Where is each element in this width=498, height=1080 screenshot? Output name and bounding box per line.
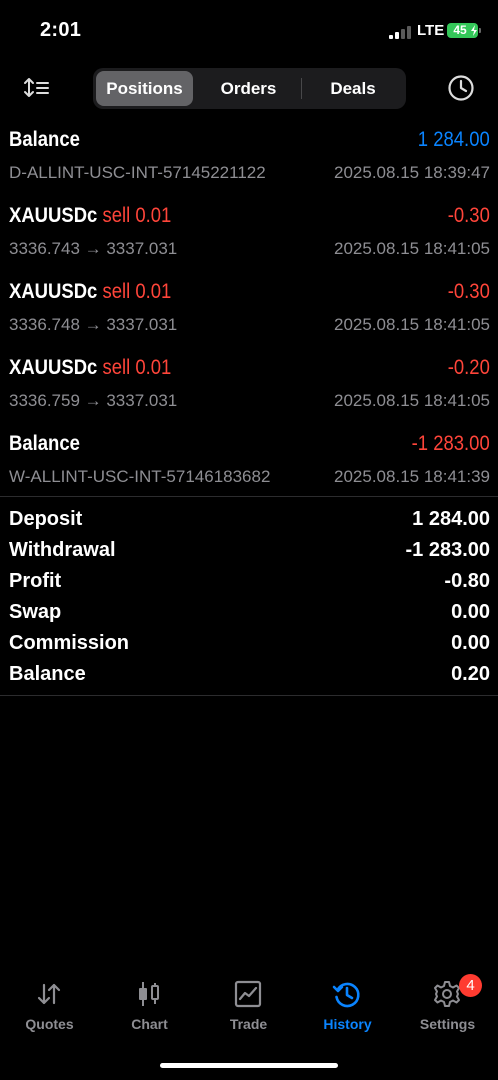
summary-value: 0.20 [451,663,490,685]
summary-label: Commission [9,632,130,654]
deal-symbol-line: XAUUSDc sell 0.01 [9,204,171,228]
quotes-icon [34,979,64,1009]
summary-row: Deposit 1 284.00 [0,508,498,539]
battery-icon: 45 [447,23,481,38]
deal-prices: 3336.748 → 3337.031 [9,315,178,334]
summary-value: -0.80 [444,570,490,592]
deal-profit: -0.30 [447,204,490,227]
summary-value: -1 283.00 [405,539,490,561]
tab-history[interactable]: History [298,970,397,1040]
tab-quotes[interactable]: Quotes [0,970,99,1040]
battery-level: 45 [453,23,467,37]
cellular-signal-icon [389,26,411,39]
list-item[interactable]: XAUUSDc sell 0.01 -0.30 3336.743 → 3337.… [0,204,498,280]
chart-candles-icon [134,979,164,1009]
tab-positions[interactable]: Positions [96,71,193,106]
summary-value: 0.00 [451,601,490,623]
summary-label: Deposit [9,508,83,530]
tab-deals[interactable]: Deals [303,71,403,106]
deal-amount: -1 283.00 [411,432,490,455]
list-item[interactable]: XAUUSDc sell 0.01 -0.20 3336.759 → 3337.… [0,356,498,432]
summary-row: Swap 0.00 [0,601,498,632]
summary-label: Swap [9,601,62,623]
deal-time: 2025.08.15 18:41:05 [334,239,490,258]
tab-orders[interactable]: Orders [197,71,300,106]
summary-row: Profit -0.80 [0,570,498,601]
divider [0,496,498,497]
summary-label: Profit [9,570,62,592]
deal-profit: -0.30 [447,280,490,303]
segment-divider [301,78,302,99]
history-segmented-control: Positions Orders Deals [93,68,406,109]
deal-symbol-line: XAUUSDc sell 0.01 [9,280,171,304]
home-indicator[interactable] [160,1063,338,1068]
deal-prices: 3336.743 → 3337.031 [9,239,178,258]
summary-row: Withdrawal -1 283.00 [0,539,498,570]
gear-icon [432,979,462,1009]
deal-type: Balance [9,128,80,151]
sort-icon[interactable] [22,74,52,104]
deal-side: sell 0.01 [102,280,172,303]
status-time: 2:01 [40,19,82,41]
deal-type: Balance [9,432,80,455]
deal-comment: W-ALLINT-USC-INT-57146183682 [9,467,271,486]
list-item[interactable]: XAUUSDc sell 0.01 -0.30 3336.748 → 3337.… [0,280,498,356]
status-bar: 2:01 LTE 45 [0,0,498,60]
deal-symbol: XAUUSDc [9,204,98,227]
divider [0,695,498,696]
summary-value: 0.00 [451,632,490,654]
deal-symbol: XAUUSDc [9,280,98,303]
tab-settings[interactable]: Settings [398,970,497,1040]
deal-amount: 1 284.00 [418,128,490,151]
settings-badge: 4 [459,974,482,997]
deal-symbol: XAUUSDc [9,356,98,379]
list-item[interactable]: Balance 1 284.00 D-ALLINT-USC-INT-571452… [0,128,498,204]
deal-symbol-line: XAUUSDc sell 0.01 [9,356,171,380]
summary-label: Withdrawal [9,539,116,561]
deal-profit: -0.20 [447,356,490,379]
tab-label: Chart [131,1016,168,1032]
deal-time: 2025.08.15 18:41:39 [334,467,490,486]
tab-label: Settings [419,1016,476,1032]
deal-side: sell 0.01 [102,204,172,227]
deal-comment: D-ALLINT-USC-INT-57145221122 [9,163,266,182]
network-type: LTE [417,22,445,39]
deal-prices: 3336.759 → 3337.031 [9,391,178,410]
summary-row: Balance 0.20 [0,663,498,694]
history-icon [332,979,362,1009]
tab-chart[interactable]: Chart [100,970,199,1040]
summary-value: 1 284.00 [412,508,490,530]
clock-icon[interactable] [446,73,476,103]
summary-label: Balance [9,663,86,685]
deal-time: 2025.08.15 18:41:05 [334,315,490,334]
trade-icon [233,979,263,1009]
deal-time: 2025.08.15 18:39:47 [334,163,490,182]
tab-label: Quotes [25,1016,74,1032]
deal-time: 2025.08.15 18:41:05 [334,391,490,410]
tab-label: Trade [229,1016,268,1032]
tab-label: History [323,1016,372,1032]
deal-side: sell 0.01 [102,356,172,379]
summary-row: Commission 0.00 [0,632,498,663]
tab-trade[interactable]: Trade [199,970,298,1040]
